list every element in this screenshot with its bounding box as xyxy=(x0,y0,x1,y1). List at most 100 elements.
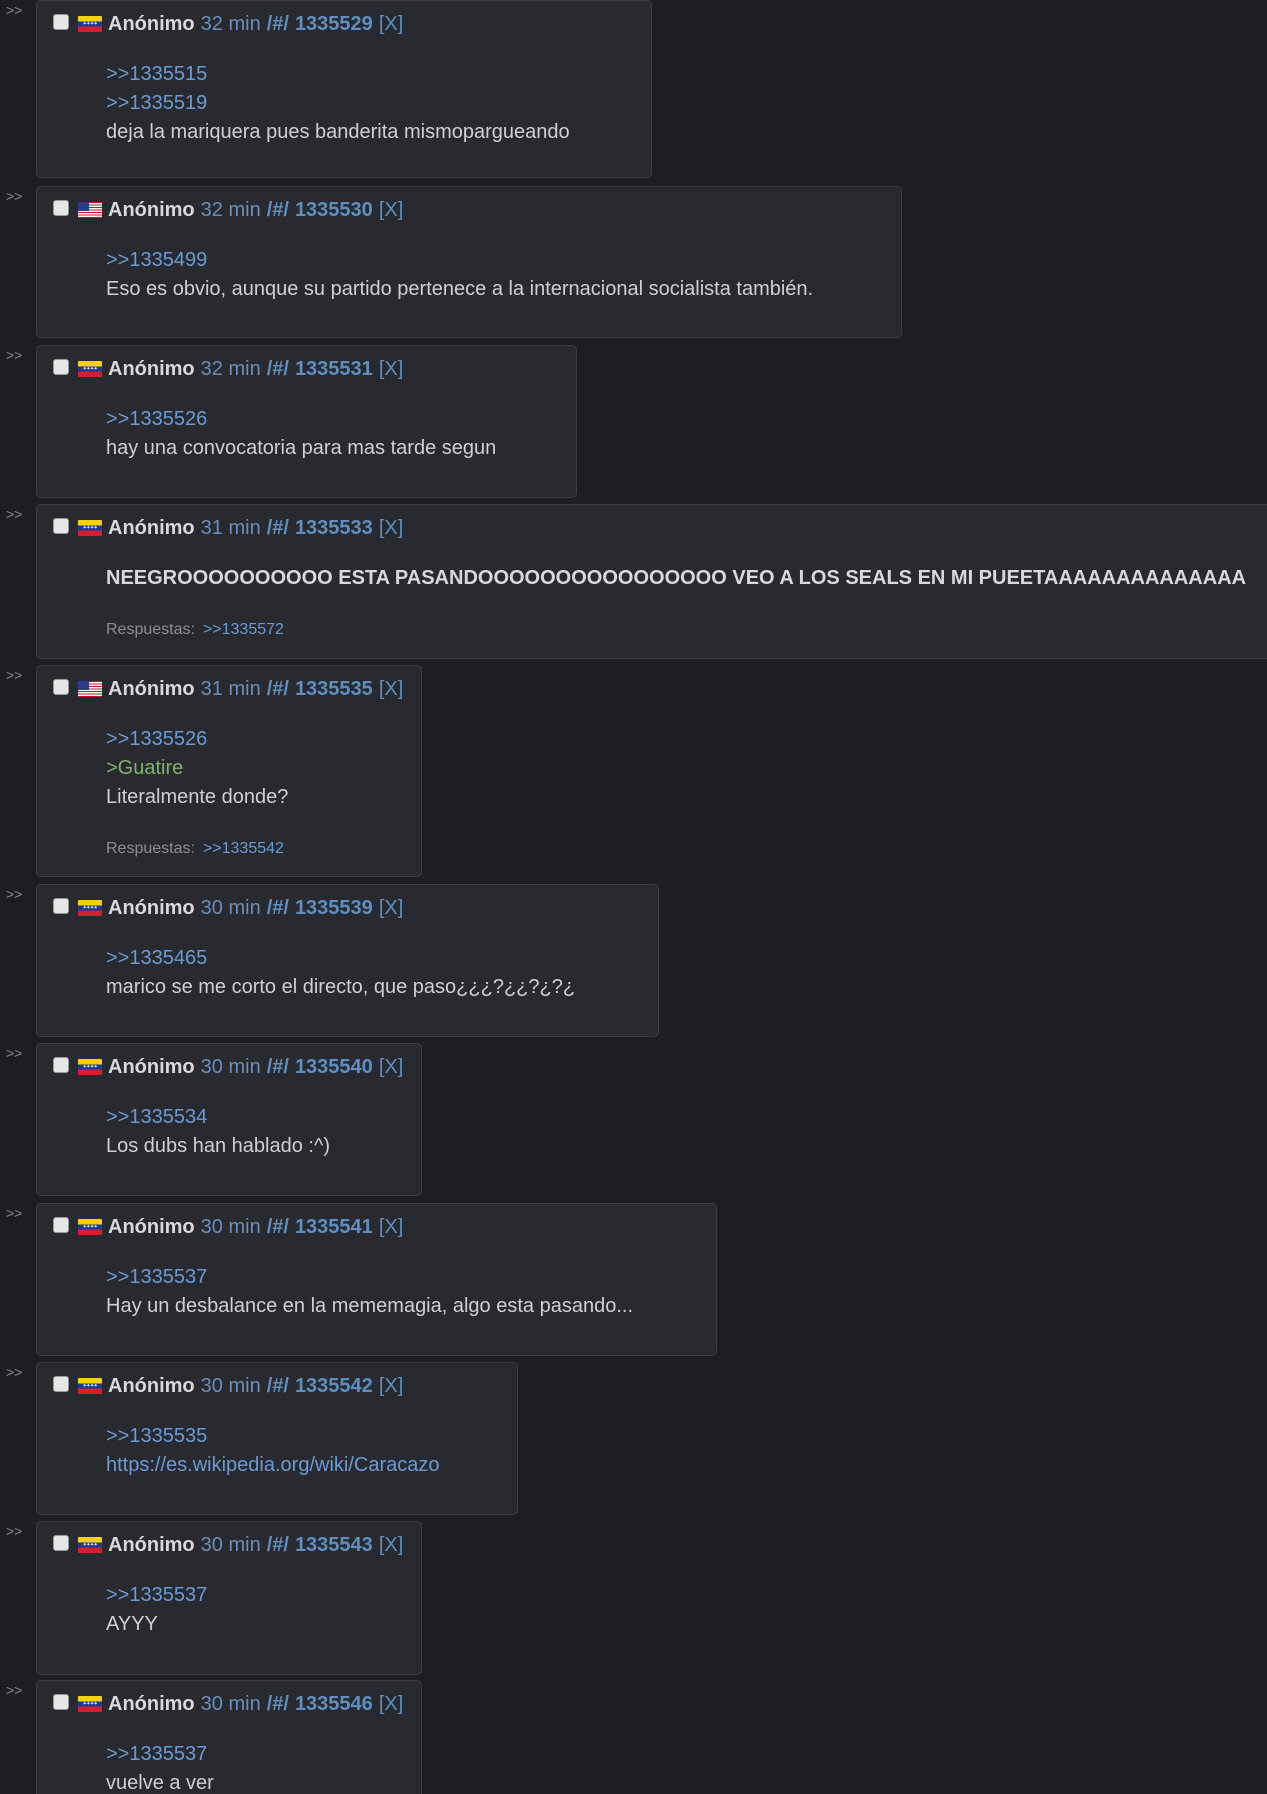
post-id-link[interactable]: 1335542 xyxy=(295,1375,373,1398)
post-id-link[interactable]: 1335535 xyxy=(295,678,373,701)
delete-link[interactable]: [X] xyxy=(379,1216,403,1239)
reply-arrows[interactable]: >> xyxy=(6,667,22,683)
external-link[interactable]: https://es.wikipedia.org/wiki/Caracazo xyxy=(106,1451,439,1480)
post: ✦✦✦✦ Anónimo 31 min /#/ 1335533 [X] NEEGROOOOO… xyxy=(36,504,1267,659)
quote-link[interactable]: >>1335526 xyxy=(106,405,496,434)
post-checkbox[interactable] xyxy=(53,14,69,30)
post-author: Anónimo xyxy=(108,896,195,919)
delete-link[interactable]: [X] xyxy=(379,13,403,36)
board-link[interactable]: /#/ xyxy=(267,678,289,701)
post-id-link[interactable]: 1335541 xyxy=(295,1216,373,1239)
quote-link[interactable]: >>1335537 xyxy=(106,1263,633,1292)
post: ✦✦✦✦ Anónimo 30 min /#/ 1335539 [X] >>1335465 m… xyxy=(36,884,659,1037)
flag-stars: ✦✦✦✦ xyxy=(82,366,98,372)
board-link[interactable]: /#/ xyxy=(267,517,289,540)
reply-arrows[interactable]: >> xyxy=(6,886,22,902)
board-link[interactable]: /#/ xyxy=(267,1693,289,1716)
post-id-link[interactable]: 1335539 xyxy=(295,897,373,920)
delete-link[interactable]: [X] xyxy=(379,1375,403,1398)
responses-label: Respuestas: xyxy=(106,840,195,857)
post: ✦✦✦✦ Anónimo 32 min /#/ 1335529 [X] >>1335515 >… xyxy=(36,0,652,178)
post-time: 30 min xyxy=(200,1055,261,1078)
quote-link[interactable]: >>1335519 xyxy=(106,89,570,118)
quote-link[interactable]: >>1335515 xyxy=(106,60,570,89)
post-body: NEEGROOOOOOOOOO ESTA PASANDOOOOOOOOOOOOO… xyxy=(106,564,1246,593)
reply-arrows[interactable]: >> xyxy=(6,347,22,363)
flag-stars: ✦✦✦✦ xyxy=(82,1224,98,1230)
flag-us-icon xyxy=(78,681,102,697)
post-body: >>1335526 hay una convocatoria para mas t… xyxy=(106,405,496,463)
post-text: Eso es obvio, aunque su partido pertenec… xyxy=(106,278,814,300)
delete-link[interactable]: [X] xyxy=(379,1534,403,1557)
post-checkbox[interactable] xyxy=(53,1217,69,1233)
post-time: 30 min xyxy=(200,1215,261,1238)
board-link[interactable]: /#/ xyxy=(267,1534,289,1557)
reply-arrows[interactable]: >> xyxy=(6,1523,22,1539)
flag-ve-icon: ✦✦✦✦ xyxy=(78,1378,102,1394)
reply-container: >> ✦✦✦✦ Anónimo 30 min /#/ 1335542 [X] >>133553… xyxy=(0,1362,1267,1515)
post-header: ✦✦✦✦ Anónimo 30 min /#/ 1335542 [X] xyxy=(53,1373,403,1399)
board-link[interactable]: /#/ xyxy=(267,1216,289,1239)
flag-ve-icon: ✦✦✦✦ xyxy=(78,361,102,377)
post-checkbox[interactable] xyxy=(53,898,69,914)
board-link[interactable]: /#/ xyxy=(267,358,289,381)
post-id-link[interactable]: 1335530 xyxy=(295,199,373,222)
quote-link[interactable]: >>1335535 xyxy=(106,1422,439,1451)
post-id-link[interactable]: 1335540 xyxy=(295,1056,373,1079)
board-link[interactable]: /#/ xyxy=(267,1056,289,1079)
flag-stars: ✦✦✦✦ xyxy=(82,1064,98,1070)
reply-arrows[interactable]: >> xyxy=(6,188,22,204)
response-link[interactable]: >>1335572 xyxy=(203,621,284,638)
quote-link[interactable]: >>1335537 xyxy=(106,1581,207,1610)
quote-link[interactable]: >>1335465 xyxy=(106,944,575,973)
quote-link[interactable]: >>1335499 xyxy=(106,246,813,275)
board-link[interactable]: /#/ xyxy=(267,897,289,920)
post-author: Anónimo xyxy=(108,12,195,35)
board-link[interactable]: /#/ xyxy=(267,13,289,36)
quote-link[interactable]: >>1335537 xyxy=(106,1740,214,1769)
post-id-link[interactable]: 1335543 xyxy=(295,1534,373,1557)
post-id-link[interactable]: 1335533 xyxy=(295,517,373,540)
post-body: >>1335537 vuelve a ver xyxy=(106,1740,214,1794)
quote-link[interactable]: >>1335534 xyxy=(106,1103,330,1132)
reply-arrows[interactable]: >> xyxy=(6,2,22,18)
post-header: ✦✦✦✦ Anónimo 30 min /#/ 1335543 [X] xyxy=(53,1532,403,1558)
post-body: >>1335534 Los dubs han hablado :^) xyxy=(106,1103,330,1161)
flag-us-icon xyxy=(78,202,102,218)
post-body: >>1335499 Eso es obvio, aunque su partido… xyxy=(106,246,813,304)
reply-arrows[interactable]: >> xyxy=(6,506,22,522)
delete-link[interactable]: [X] xyxy=(379,1056,403,1079)
reply-arrows[interactable]: >> xyxy=(6,1205,22,1221)
post-text: Literalmente donde? xyxy=(106,786,289,808)
post-checkbox[interactable] xyxy=(53,1057,69,1073)
board-link[interactable]: /#/ xyxy=(267,1375,289,1398)
response-link[interactable]: >>1335542 xyxy=(203,840,284,857)
reply-arrows[interactable]: >> xyxy=(6,1364,22,1380)
delete-link[interactable]: [X] xyxy=(379,897,403,920)
post-checkbox[interactable] xyxy=(53,200,69,216)
post-id-link[interactable]: 1335546 xyxy=(295,1693,373,1716)
flag-stars: ✦✦✦✦ xyxy=(82,1701,98,1707)
post-id-link[interactable]: 1335531 xyxy=(295,358,373,381)
board-link[interactable]: /#/ xyxy=(267,199,289,222)
quote-link[interactable]: >>1335526 xyxy=(106,725,288,754)
flag-ve-icon: ✦✦✦✦ xyxy=(78,1219,102,1235)
post-checkbox[interactable] xyxy=(53,1535,69,1551)
post-checkbox[interactable] xyxy=(53,1376,69,1392)
delete-link[interactable]: [X] xyxy=(379,678,403,701)
post-checkbox[interactable] xyxy=(53,1694,69,1710)
reply-arrows[interactable]: >> xyxy=(6,1682,22,1698)
post-checkbox[interactable] xyxy=(53,679,69,695)
flag-ve-icon: ✦✦✦✦ xyxy=(78,520,102,536)
delete-link[interactable]: [X] xyxy=(379,199,403,222)
post-checkbox[interactable] xyxy=(53,518,69,534)
delete-link[interactable]: [X] xyxy=(379,517,403,540)
responses-label: Respuestas: xyxy=(106,621,195,638)
delete-link[interactable]: [X] xyxy=(379,358,403,381)
post-id-link[interactable]: 1335529 xyxy=(295,13,373,36)
reply-arrows[interactable]: >> xyxy=(6,1045,22,1061)
post: Anónimo 32 min /#/ 1335530 [X] >>1335499 Eso e… xyxy=(36,186,902,338)
delete-link[interactable]: [X] xyxy=(379,1693,403,1716)
post-checkbox[interactable] xyxy=(53,359,69,375)
post-time: 30 min xyxy=(200,1374,261,1397)
